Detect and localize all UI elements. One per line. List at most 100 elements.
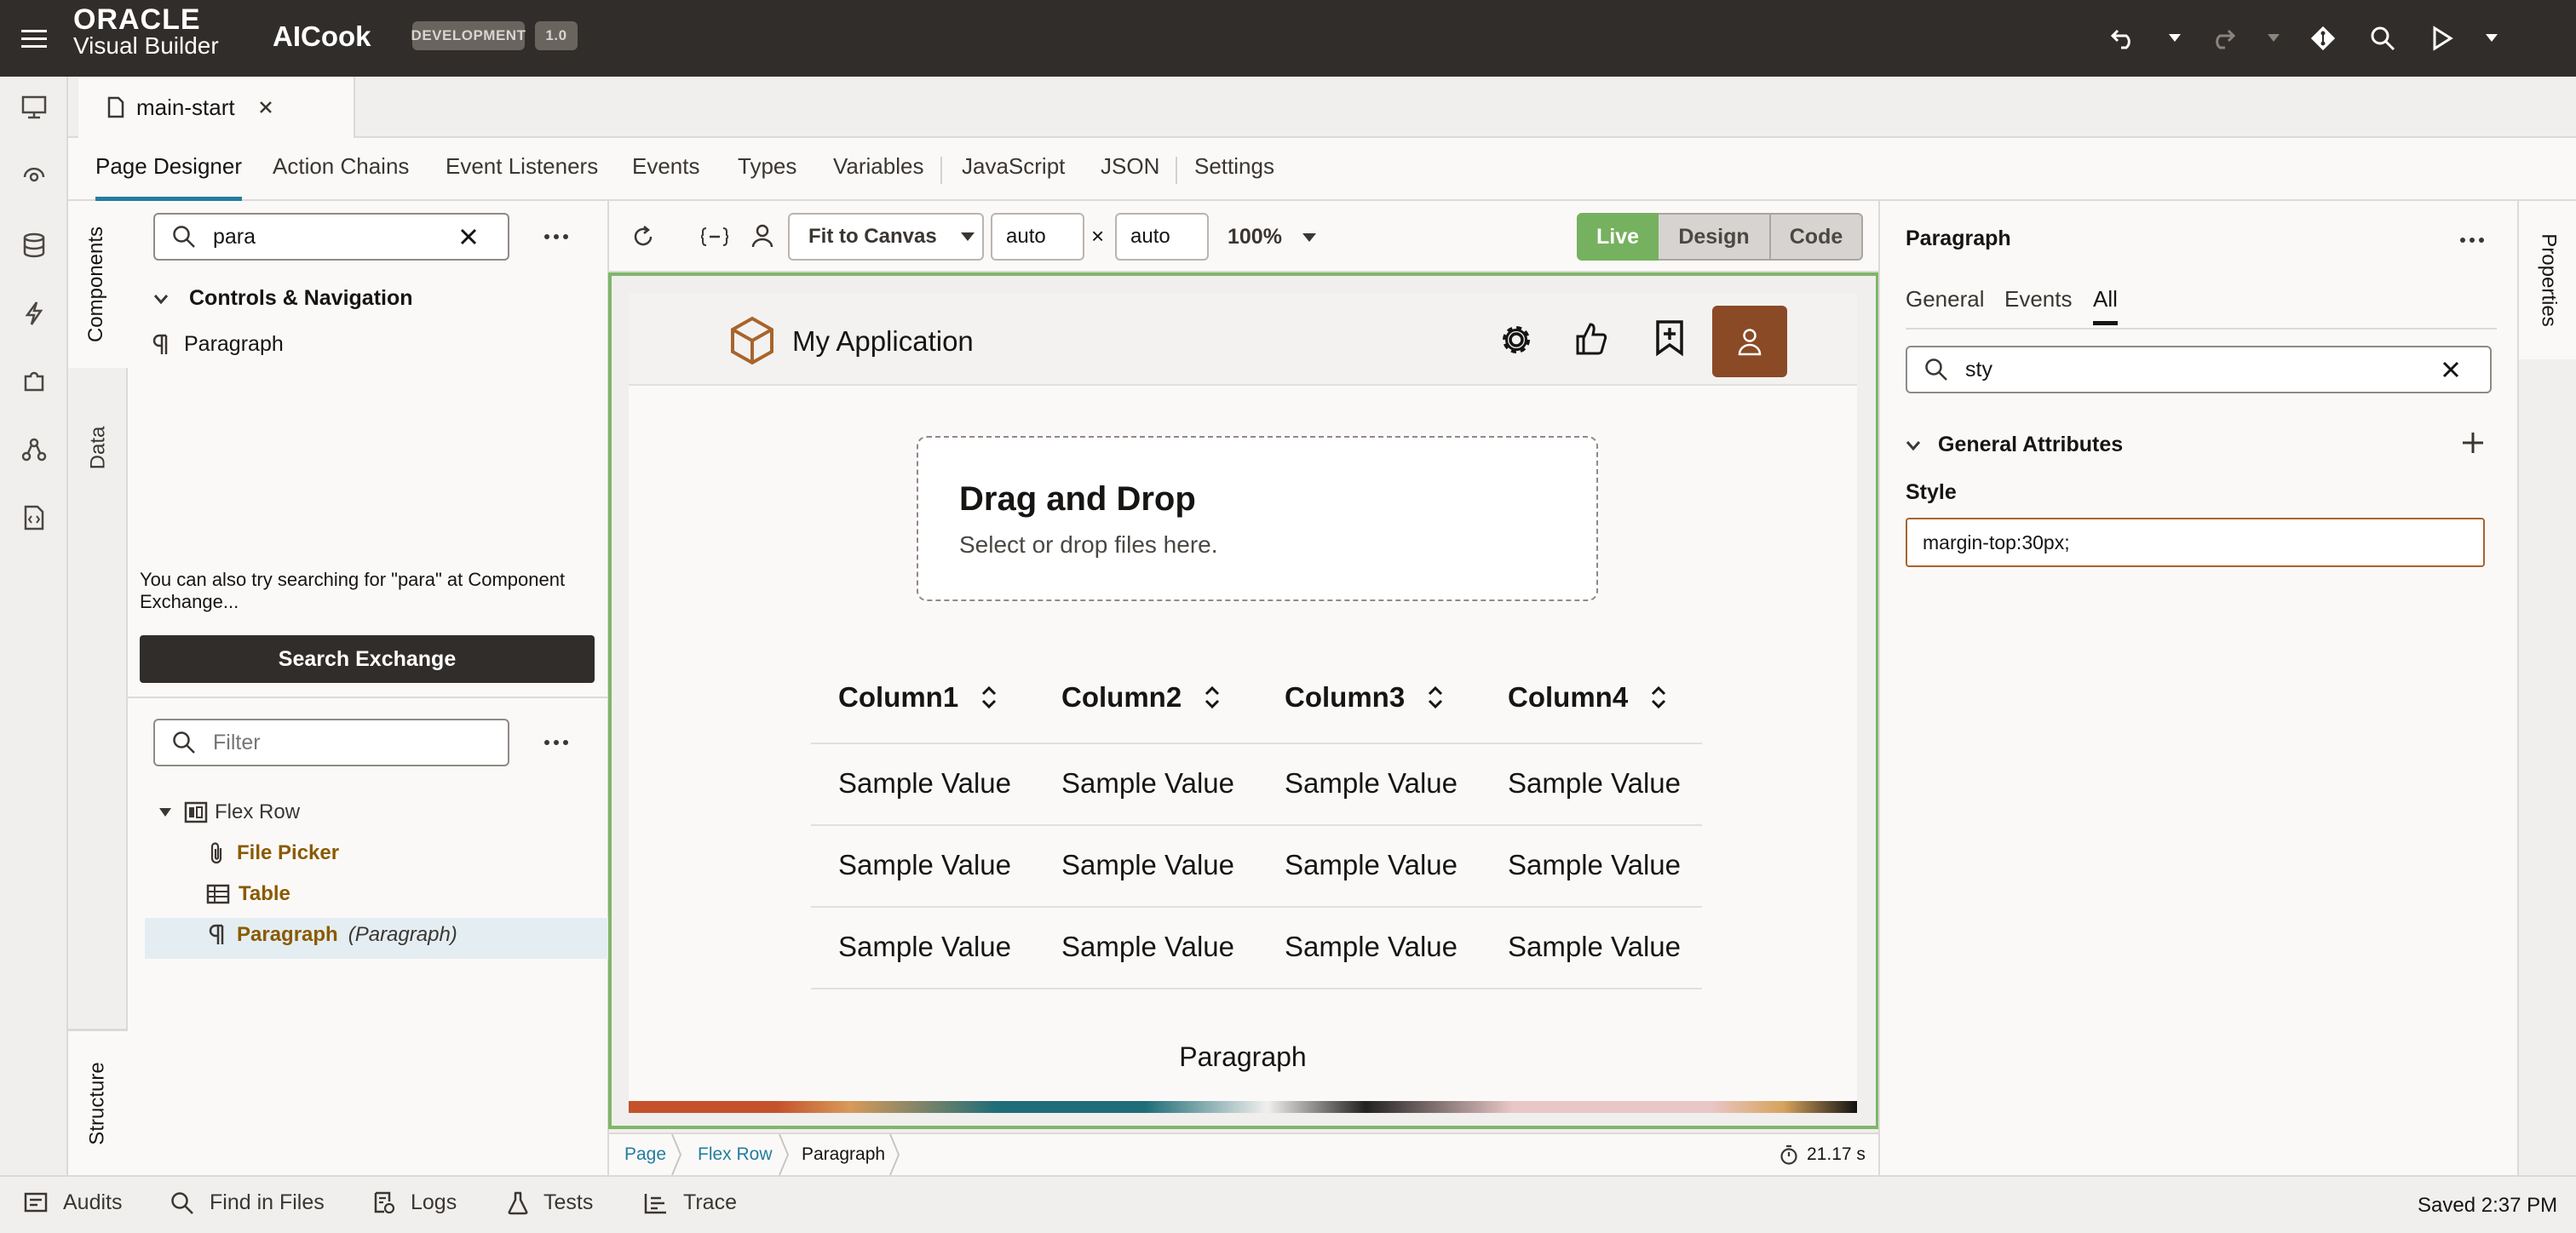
style-field-value: margin-top:30px; [1923, 530, 2070, 553]
tab-types[interactable]: Types [738, 153, 796, 201]
search-icon[interactable] [2363, 19, 2402, 58]
vtab-properties[interactable]: Properties [2519, 201, 2576, 359]
prop-tab-all[interactable]: All [2093, 286, 2118, 325]
tab-divider [1176, 157, 1177, 184]
tab-json[interactable]: JSON [1101, 153, 1159, 201]
style-field[interactable]: margin-top:30px; [1906, 518, 2485, 567]
prop-tab-general[interactable]: General [1906, 286, 1985, 313]
tab-event-listeners[interactable]: Event Listeners [446, 153, 598, 201]
mode-code-button[interactable]: Code [1771, 213, 1863, 261]
mode-design-button[interactable]: Design [1659, 213, 1771, 261]
prop-tab-events[interactable]: Events [2004, 286, 2073, 313]
footer-trace[interactable]: Trace [644, 1190, 737, 1215]
component-search-input[interactable] [213, 224, 460, 249]
components-icon[interactable] [17, 364, 51, 399]
file-tab-strip: main-start [68, 77, 2576, 138]
clear-search-icon[interactable] [460, 228, 477, 245]
general-attributes-section[interactable]: General Attributes [1906, 433, 2123, 457]
component-search[interactable] [153, 213, 509, 261]
stopwatch-icon [1780, 1144, 1797, 1165]
breadcrumb-separator-icon [779, 1134, 790, 1175]
table-icon [206, 884, 230, 904]
paragraph-icon [209, 924, 224, 944]
component-paragraph[interactable]: Paragraph [152, 332, 284, 357]
tree-node-file-picker[interactable]: File Picker [210, 841, 339, 865]
git-icon[interactable] [2303, 19, 2343, 58]
controls-navigation-group[interactable]: Controls & Navigation [153, 286, 413, 311]
vtab-structure[interactable]: Structure [68, 1029, 128, 1175]
processes-icon[interactable] [17, 296, 51, 330]
status-footer: Audits Find in Files Logs Tests Trace Sa… [0, 1175, 2576, 1233]
breadcrumb-separator-icon [889, 1134, 900, 1175]
property-search[interactable] [1906, 346, 2492, 393]
undo-menu-chevron-icon[interactable] [2155, 19, 2194, 58]
more-options-icon[interactable] [543, 233, 569, 240]
clear-search-icon[interactable] [2442, 361, 2459, 378]
search-exchange-button[interactable]: Search Exchange [140, 635, 595, 683]
breadcrumb-separator-icon [671, 1134, 682, 1175]
tree-node-table[interactable]: Table [206, 882, 290, 906]
redo-icon[interactable] [2203, 19, 2242, 58]
variables-icon[interactable] [701, 227, 728, 247]
run-menu-chevron-icon[interactable] [2472, 19, 2511, 58]
oracle-logo: ORACLE Visual Builder [73, 3, 219, 59]
tree-node-paragraph[interactable]: Paragraph (Paragraph) [208, 923, 457, 947]
structure-filter[interactable] [153, 719, 509, 766]
zoom-select[interactable]: 100% [1228, 225, 1316, 249]
footer-find-in-files[interactable]: Find in Files [170, 1190, 325, 1215]
hierarchy-icon[interactable] [17, 433, 51, 467]
version-badge: 1.0 [535, 21, 578, 50]
business-objects-icon[interactable] [17, 228, 51, 262]
chevron-down-icon [1906, 440, 1921, 450]
breadcrumb-paragraph[interactable]: Paragraph [802, 1144, 885, 1165]
breadcrumb-page[interactable]: Page [624, 1144, 666, 1165]
file-tab-label: main-start [136, 94, 235, 120]
refresh-icon[interactable] [631, 225, 655, 249]
footer-tests[interactable]: Tests [508, 1190, 593, 1215]
footer-audits[interactable]: Audits [24, 1190, 122, 1215]
property-search-input[interactable] [1965, 357, 2442, 382]
services-icon[interactable] [17, 160, 51, 194]
structure-filter-input[interactable] [213, 730, 469, 755]
user-role-icon[interactable] [750, 223, 774, 249]
close-icon[interactable] [259, 100, 273, 114]
save-status: Saved 2:37 PM [2418, 1194, 2558, 1217]
tab-page-designer[interactable]: Page Designer [95, 153, 242, 201]
caret-down-icon [159, 808, 171, 817]
components-panel: Controls & Navigation Paragraph You can … [128, 201, 609, 1175]
tab-action-chains[interactable]: Action Chains [273, 153, 409, 201]
more-options-icon[interactable] [2459, 237, 2485, 244]
source-file-icon[interactable] [17, 501, 51, 535]
hamburger-icon[interactable] [14, 19, 54, 58]
vtab-data[interactable]: Data [68, 397, 128, 499]
tab-javascript[interactable]: JavaScript [962, 153, 1065, 201]
mode-live-button[interactable]: Live [1577, 213, 1659, 261]
more-options-icon[interactable] [543, 739, 569, 746]
add-attribute-icon[interactable] [2461, 431, 2485, 455]
web-apps-icon[interactable] [17, 90, 51, 124]
search-icon [172, 225, 196, 249]
audits-icon [24, 1192, 48, 1212]
fit-to-canvas-select[interactable]: Fit to Canvas [788, 213, 984, 261]
tab-events[interactable]: Events [632, 153, 700, 201]
tab-variables[interactable]: Variables [833, 153, 923, 201]
selected-component-outline [608, 272, 1879, 1129]
tab-settings[interactable]: Settings [1194, 153, 1274, 201]
breadcrumb-flex-row[interactable]: Flex Row [698, 1144, 773, 1165]
canvas-height-input[interactable]: auto [1115, 213, 1209, 261]
undo-icon[interactable] [2104, 19, 2143, 58]
app-name: AICook [273, 20, 371, 52]
search-icon [171, 1191, 193, 1214]
render-timer: 21.17 s [1780, 1144, 1866, 1165]
page-file-icon [107, 96, 124, 118]
footer-logs[interactable]: Logs [373, 1190, 457, 1215]
canvas-width-input[interactable]: auto [991, 213, 1084, 261]
vtab-components[interactable]: Components [68, 201, 128, 368]
file-tab-main-start[interactable]: main-start [78, 77, 355, 138]
flex-row-icon [184, 801, 208, 823]
tree-node-flex-row[interactable]: Flex Row [158, 800, 300, 824]
tab-divider [940, 157, 942, 184]
flask-icon [508, 1191, 528, 1214]
run-icon[interactable] [2423, 19, 2462, 58]
redo-menu-chevron-icon[interactable] [2254, 19, 2293, 58]
